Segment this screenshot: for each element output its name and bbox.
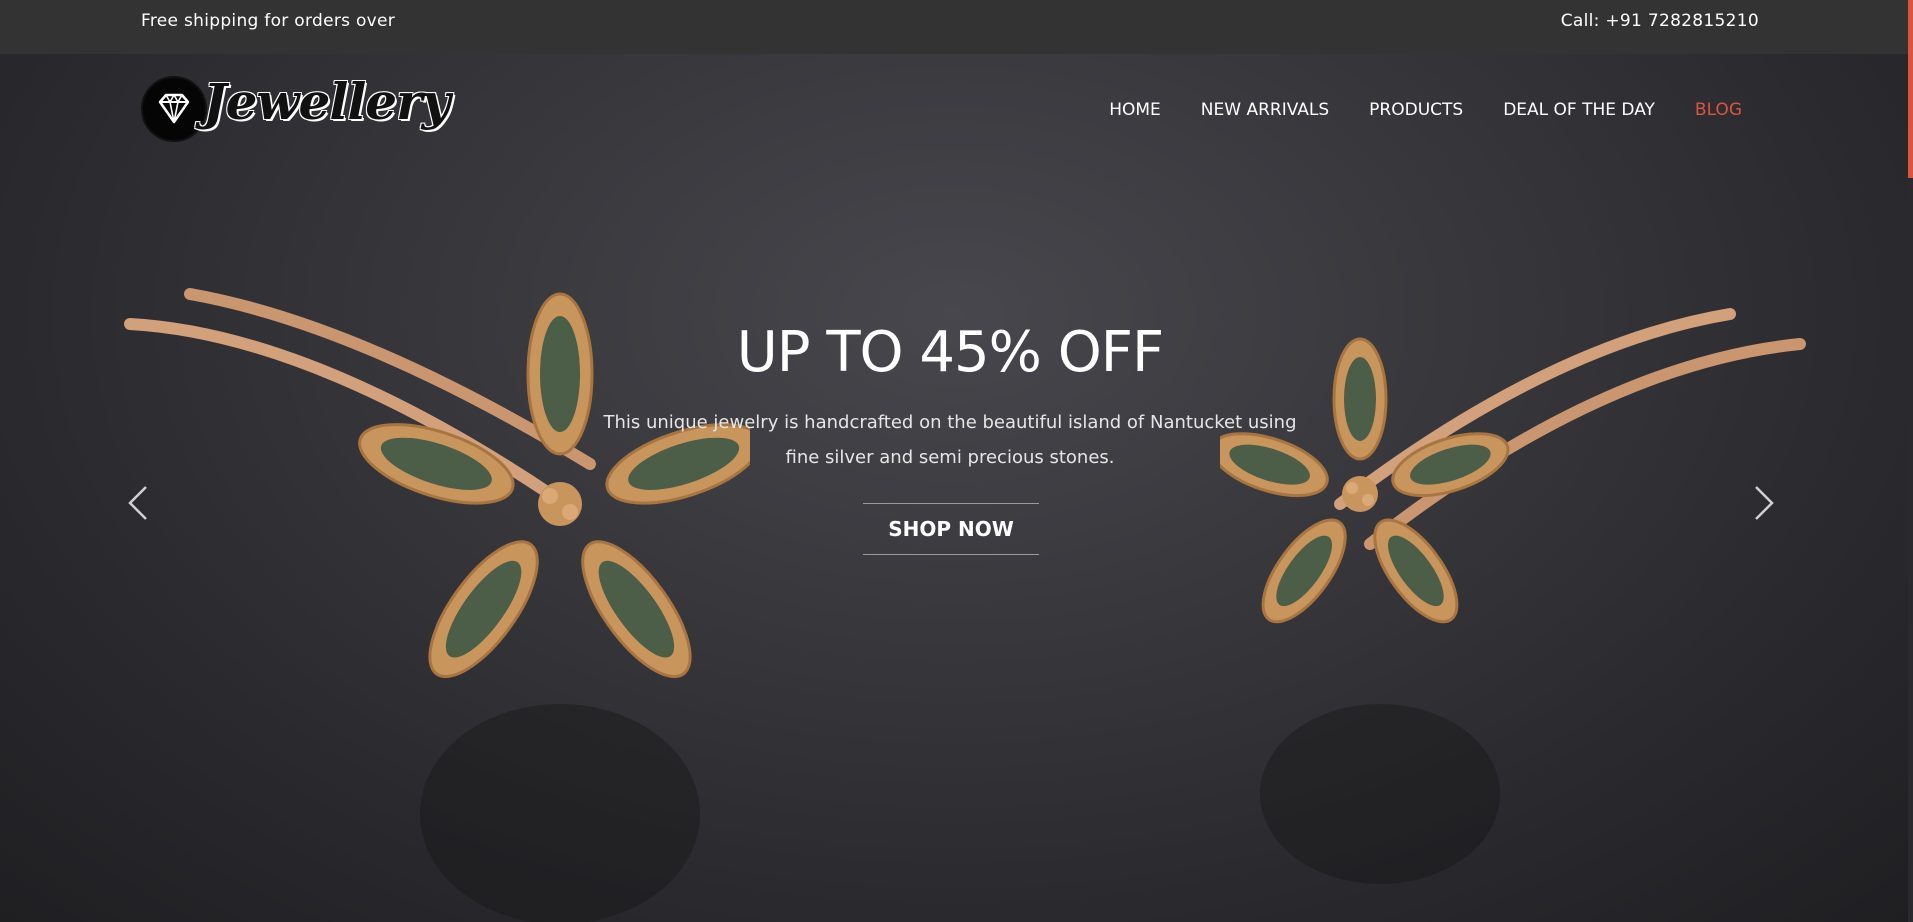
main-nav: HOME NEW ARRIVALS PRODUCTS DEAL OF THE D… bbox=[1109, 100, 1742, 120]
hero-caption: UP TO 45% OFF This unique jewelry is han… bbox=[550, 320, 1350, 475]
phone-number[interactable]: Call: +91 7282815210 bbox=[1561, 11, 1759, 31]
hero-title: UP TO 45% OFF bbox=[736, 320, 1164, 385]
chevron-left-icon[interactable] bbox=[124, 483, 154, 523]
top-bar: Free shipping for orders over Call: +91 … bbox=[0, 0, 1913, 54]
nav-item-products[interactable]: PRODUCTS bbox=[1369, 100, 1463, 120]
nav-item-blog[interactable]: BLOG bbox=[1695, 100, 1742, 120]
hero-description: This unique jewelry is handcrafted on th… bbox=[603, 412, 1297, 468]
hero-slider bbox=[0, 54, 1908, 922]
scrollbar-thumb[interactable] bbox=[1908, 0, 1913, 178]
chevron-right-icon[interactable] bbox=[1748, 483, 1778, 523]
nav-item-deal-of-the-day[interactable]: DEAL OF THE DAY bbox=[1503, 100, 1655, 120]
nav-item-home[interactable]: HOME bbox=[1109, 100, 1161, 120]
diamond-icon bbox=[141, 76, 207, 142]
site-logo[interactable]: Jewellery bbox=[141, 72, 451, 146]
logo-text: Jewellery bbox=[203, 72, 451, 131]
shipping-notice: Free shipping for orders over bbox=[141, 11, 396, 31]
scrollbar[interactable] bbox=[1908, 0, 1913, 922]
nav-item-new-arrivals[interactable]: NEW ARRIVALS bbox=[1201, 100, 1329, 120]
shop-now-button[interactable]: SHOP NOW bbox=[863, 503, 1039, 555]
